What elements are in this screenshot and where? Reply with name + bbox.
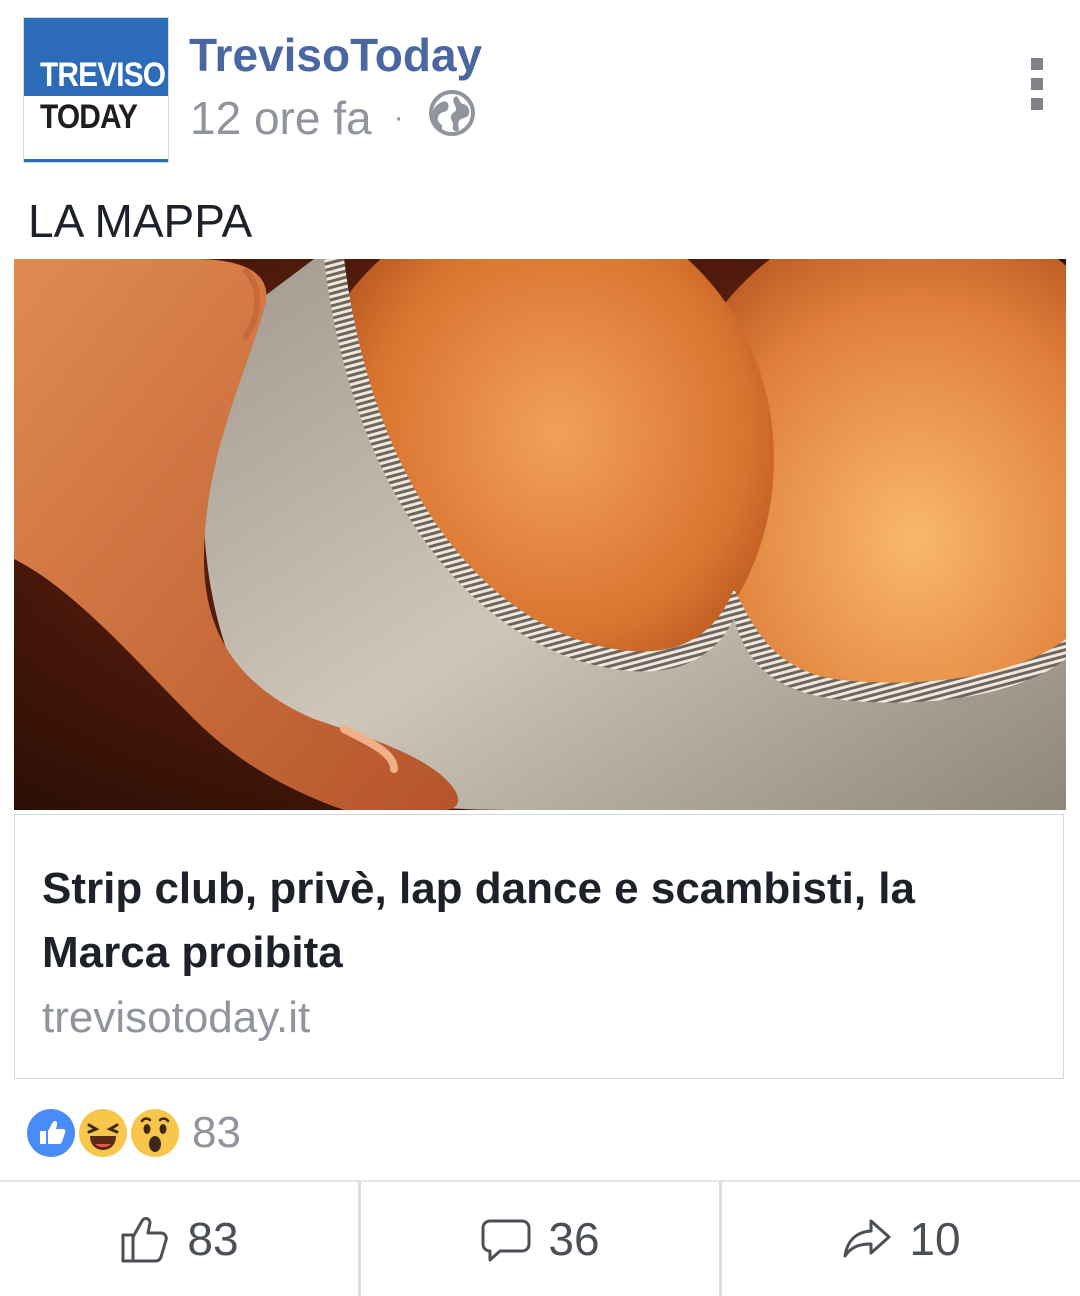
- post-timestamp[interactable]: 12 ore fa: [190, 91, 372, 145]
- meta-separator: ·: [393, 101, 404, 134]
- reaction-count: 83: [192, 1108, 241, 1157]
- link-title[interactable]: Strip club, privè, lap dance e scambisti…: [42, 857, 1022, 985]
- photo-graphic: [14, 259, 1066, 810]
- page-logo[interactable]: TREVISO TODAY: [24, 18, 168, 162]
- action-bar: 83 36 10: [0, 1180, 1080, 1296]
- thumbs-up-icon: [121, 1217, 169, 1263]
- share-count: 10: [909, 1213, 961, 1265]
- logo-line2: TODAY: [40, 98, 138, 136]
- share-icon: [843, 1219, 891, 1258]
- haha-reaction-icon: [76, 1106, 130, 1160]
- globe-icon[interactable]: [428, 89, 476, 148]
- logo-line1: TREVISO: [40, 56, 166, 94]
- post-header: TREVISO TODAY TrevisoToday 12 ore fa ·: [0, 0, 1080, 180]
- page-name-link[interactable]: TrevisoToday: [189, 28, 482, 82]
- menu-dot: [1031, 58, 1043, 70]
- link-domain: trevisotoday.it: [42, 993, 311, 1042]
- like-reaction-icon: [24, 1106, 78, 1160]
- reactions-summary[interactable]: 83: [24, 1106, 241, 1160]
- post-caption: LA MAPPA: [28, 195, 253, 247]
- logo-bottom-bar: [24, 159, 168, 162]
- like-count: 83: [187, 1213, 239, 1265]
- menu-dot: [1031, 78, 1043, 90]
- link-preview-image[interactable]: [14, 259, 1066, 810]
- menu-dot: [1031, 98, 1043, 110]
- post-meta: 12 ore fa ·: [190, 89, 476, 145]
- more-vertical-icon[interactable]: [1020, 58, 1054, 110]
- share-button[interactable]: 10: [719, 1182, 1080, 1296]
- comment-count: 36: [548, 1213, 600, 1265]
- wow-reaction-icon: [128, 1106, 182, 1160]
- like-button[interactable]: 83: [0, 1182, 358, 1296]
- comment-icon: [481, 1219, 531, 1262]
- link-preview-card[interactable]: Strip club, privè, lap dance e scambisti…: [14, 814, 1064, 1079]
- comment-button[interactable]: 36: [358, 1182, 719, 1296]
